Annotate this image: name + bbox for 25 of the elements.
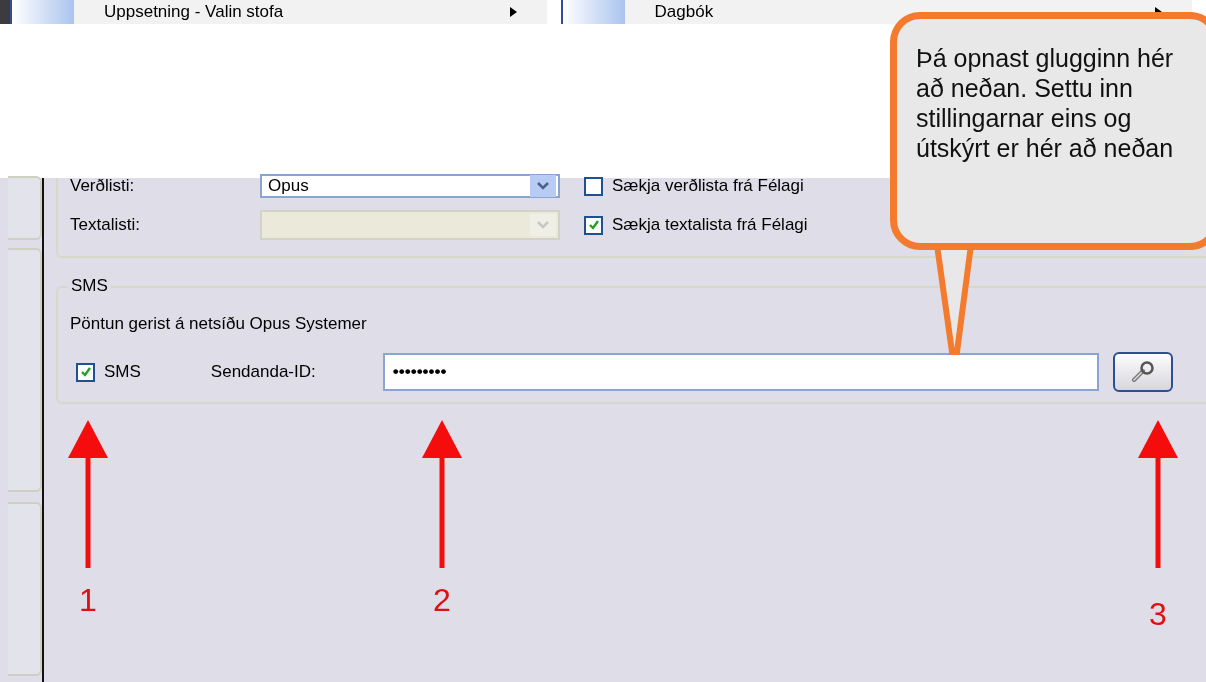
dropdown[interactable]: Opus (260, 174, 560, 198)
checkbox[interactable] (584, 176, 603, 196)
checkbox-label: Sækja textalista frá Félagi (612, 215, 808, 235)
menu-item[interactable]: Uppsetning - Valin stofa (10, 0, 547, 24)
settings-button[interactable] (1112, 352, 1173, 392)
chevron-down-icon (537, 221, 549, 229)
marker-number: 1 (79, 582, 97, 619)
marker-number: 3 (1149, 596, 1167, 633)
checkbox-label: SMS (104, 362, 141, 382)
password-field[interactable]: ••••••••• (382, 353, 1099, 391)
arrow-icon (1136, 418, 1180, 570)
field-label: Verðlisti: (70, 176, 136, 196)
marker-number: 2 (433, 582, 451, 619)
arrow-icon (420, 418, 464, 570)
info-text: Pöntun gerist á netsíðu Opus Systemer (70, 314, 368, 335)
checkbox-label: Sækja verðlista frá Félagi (612, 176, 804, 196)
field-label: Sendanda-ID: (210, 362, 317, 382)
arrow-icon (66, 418, 110, 570)
chevron-down-icon (537, 182, 549, 190)
window-edge (0, 0, 10, 24)
checkmark-icon (587, 219, 600, 231)
checkbox[interactable] (76, 362, 95, 382)
callout-text: Þá opnast glugginn hér að neðan. Settu inn stillingarnar eins og útskýrt er hér að neðan (916, 43, 1175, 163)
field-label: Textalisti: (70, 215, 141, 235)
checkmark-icon (79, 366, 92, 378)
